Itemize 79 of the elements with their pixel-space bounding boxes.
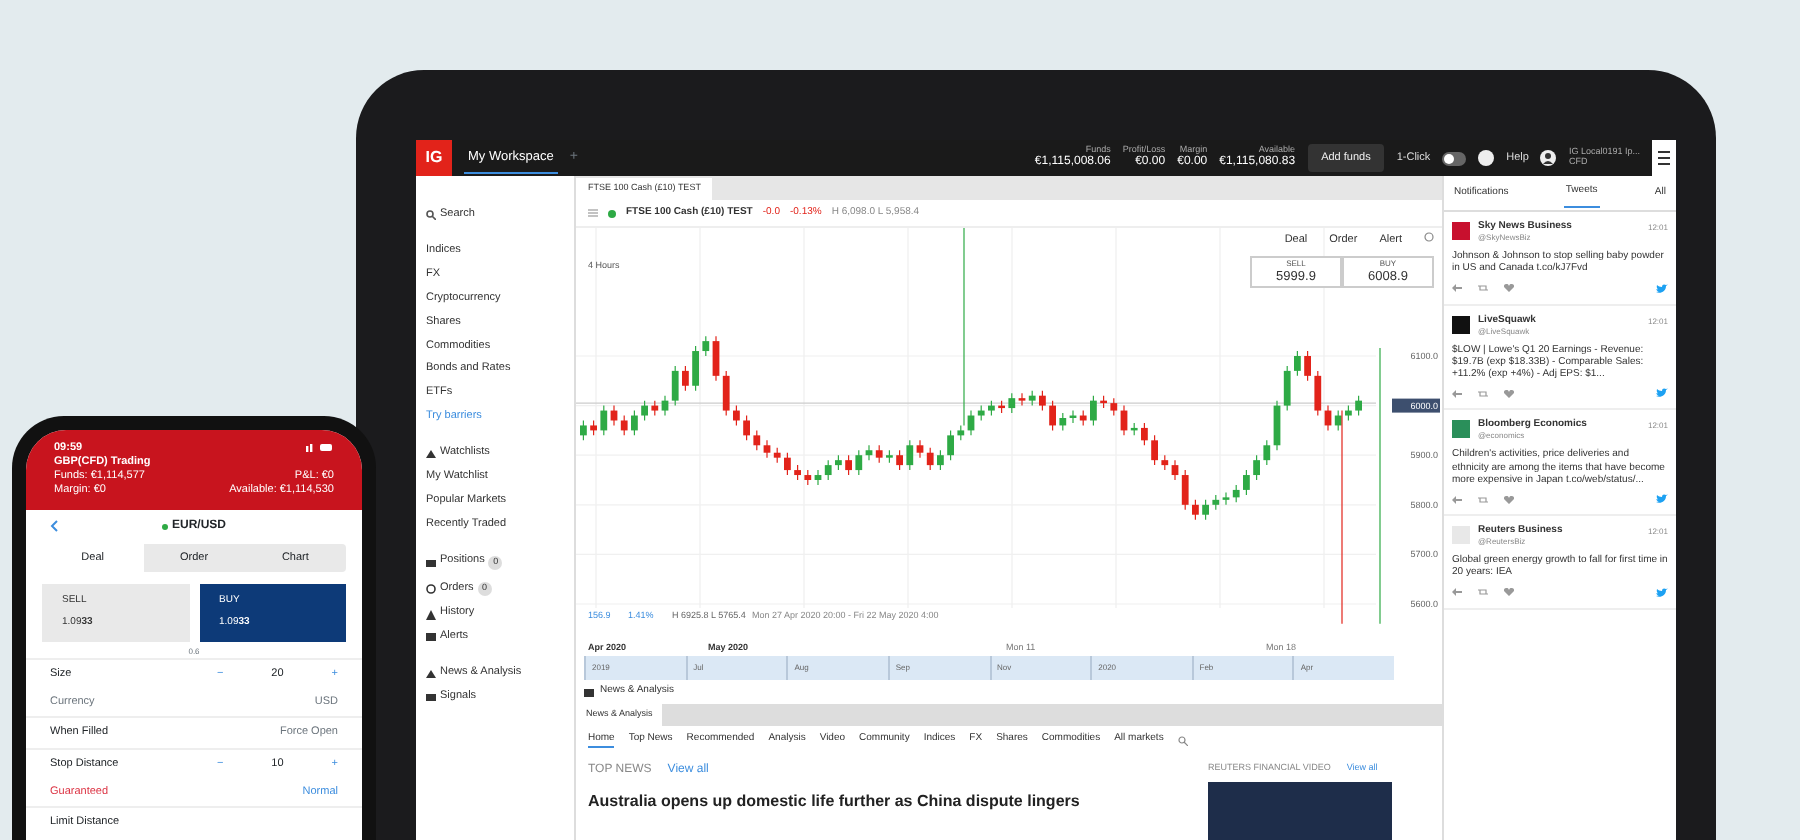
candlestick [753, 429, 761, 451]
current-price-tag [1392, 398, 1440, 413]
bird-icon [1656, 283, 1668, 293]
retweet-icon[interactable] [1478, 588, 1488, 596]
candlestick [1283, 365, 1291, 412]
candlestick [1039, 390, 1046, 412]
reply-icon[interactable] [1452, 284, 1462, 292]
candlestick [702, 335, 710, 357]
status-dot-icon [161, 523, 168, 530]
candlestick [1202, 499, 1209, 521]
candlestick [1181, 469, 1189, 511]
reply-icon[interactable] [1452, 588, 1462, 596]
candlestick [1314, 370, 1322, 417]
search-icon [426, 210, 436, 221]
candlestick [600, 405, 608, 436]
triangle-icon [426, 609, 436, 620]
user-icon [1540, 150, 1557, 166]
candlestick [733, 405, 740, 427]
bird-icon [1656, 587, 1668, 597]
retweet-icon[interactable] [1478, 495, 1488, 503]
candlestick [620, 414, 628, 436]
heart-icon[interactable] [1504, 284, 1514, 292]
candlestick [1171, 459, 1179, 481]
candlestick [784, 452, 791, 476]
candlestick [763, 439, 771, 459]
help-icon[interactable] [1478, 150, 1495, 166]
candlestick [1263, 439, 1271, 466]
one-click-toggle[interactable] [1442, 151, 1467, 165]
candlestick [1304, 350, 1311, 382]
reply-icon[interactable] [1452, 495, 1462, 503]
heart-icon[interactable] [1504, 495, 1514, 503]
candlestick [916, 439, 924, 459]
candlestick [1141, 422, 1148, 446]
candlestick [641, 400, 648, 422]
retweet-icon[interactable] [1478, 389, 1488, 398]
candlestick [1049, 400, 1056, 431]
candlestick [1253, 454, 1260, 481]
candlestick [1192, 499, 1199, 521]
news-headline[interactable]: Australia opens up domestic life further as China dispute lingers [588, 790, 1188, 814]
menu-icon [588, 208, 598, 218]
search-icon [1177, 735, 1188, 745]
candlestick [671, 365, 679, 407]
candlestick [1243, 469, 1250, 496]
status-dot-icon [608, 209, 616, 217]
candlestick [661, 395, 669, 417]
retweet-icon[interactable] [1478, 284, 1488, 292]
candlestick [1090, 395, 1097, 427]
candlestick [1008, 392, 1016, 414]
back-icon[interactable] [50, 520, 58, 533]
candlestick [631, 409, 638, 436]
reply-icon[interactable] [1452, 389, 1462, 398]
candlestick [855, 449, 863, 476]
heart-icon[interactable] [1504, 588, 1514, 596]
candlestick [1355, 395, 1362, 417]
heart-icon[interactable] [1504, 389, 1514, 398]
logo[interactable]: IG [416, 140, 452, 176]
bird-icon [1656, 388, 1668, 399]
candlestick [722, 370, 730, 417]
candlestick [743, 414, 750, 441]
status-icons-drawing [306, 442, 334, 452]
clock-icon [426, 583, 436, 594]
video-thumbnail[interactable] [1208, 781, 1392, 840]
candlestick [824, 459, 832, 481]
candlestick [1294, 350, 1301, 377]
candlestick [906, 439, 914, 471]
candlestick [947, 429, 954, 461]
candlestick [1222, 491, 1230, 506]
candlestick [682, 365, 689, 392]
menu-icon[interactable] [1652, 140, 1676, 176]
candlestick [1151, 434, 1158, 466]
candlestick [692, 345, 699, 392]
candlestick [1018, 392, 1026, 407]
candlestick [926, 447, 934, 471]
candlestick [896, 449, 903, 471]
bird-icon [1656, 494, 1668, 504]
clock-icon [1424, 232, 1434, 242]
candlestick [845, 454, 852, 476]
candlestick [937, 449, 944, 471]
candlestick [580, 419, 587, 441]
